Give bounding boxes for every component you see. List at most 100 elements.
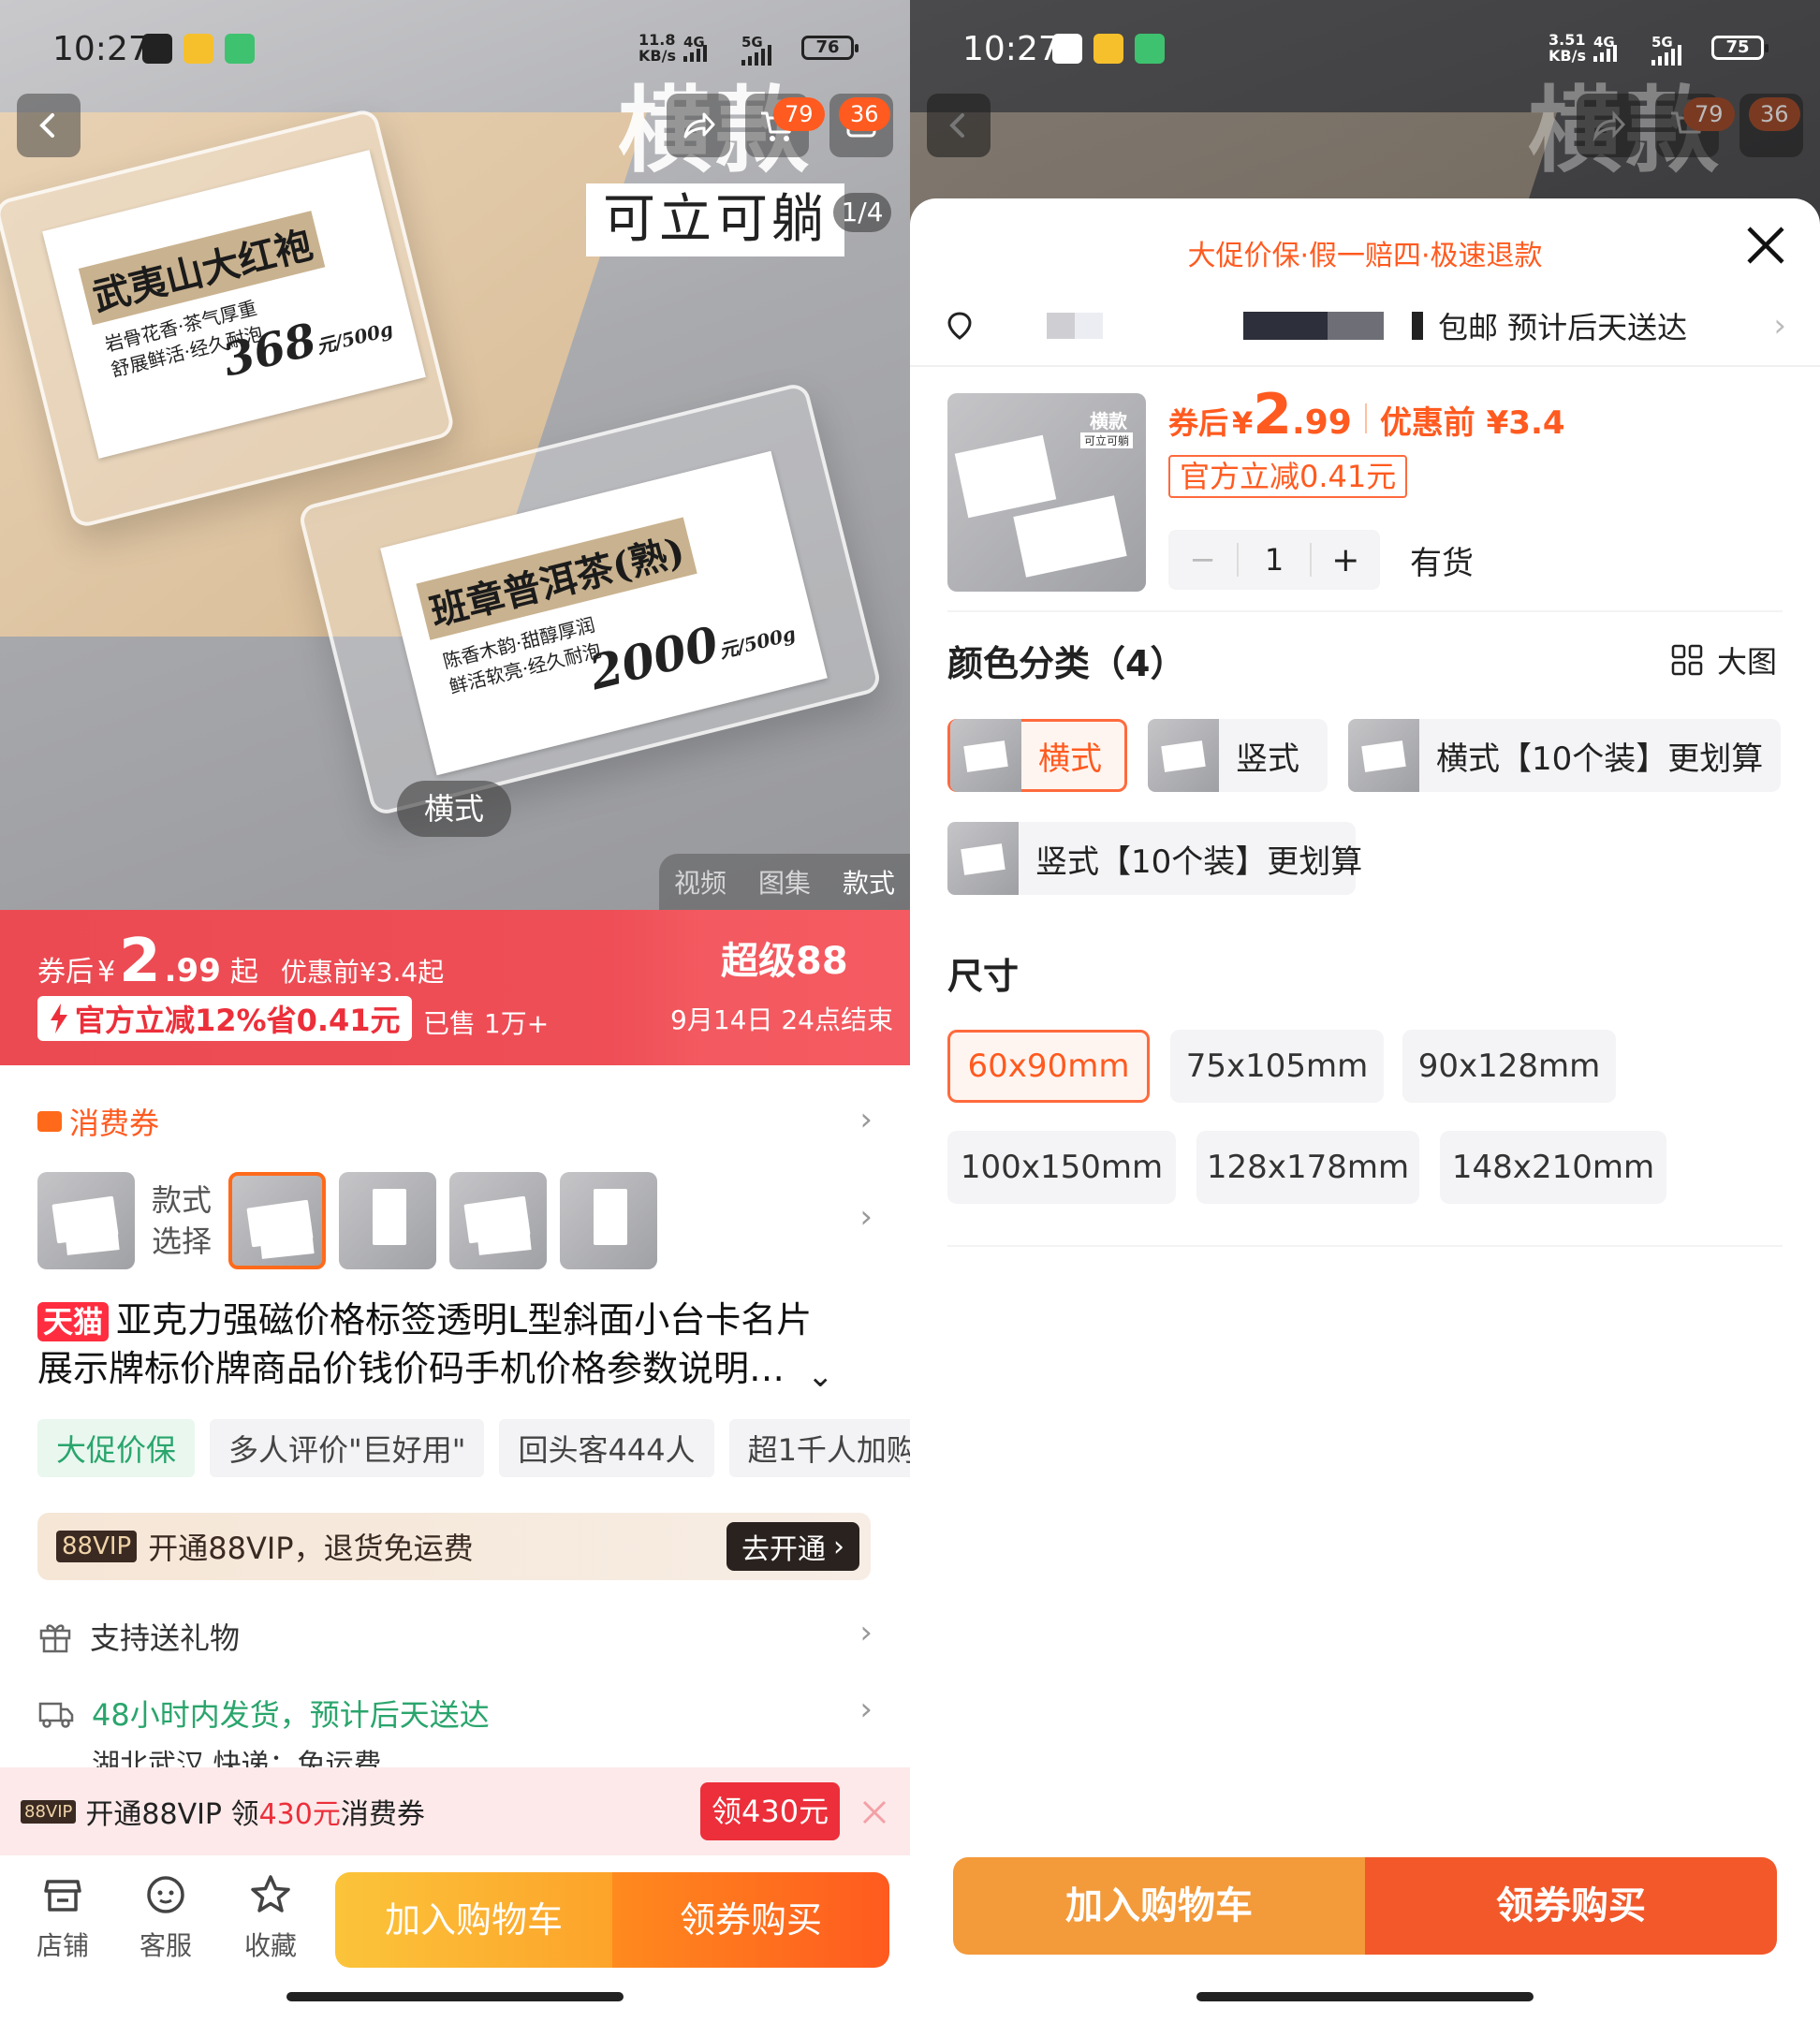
back-button xyxy=(927,94,991,157)
tab-gallery[interactable]: 图集 xyxy=(758,863,811,901)
coupon-buy-button[interactable]: 领券购买 xyxy=(612,1872,889,1968)
style-thumb-1[interactable] xyxy=(37,1172,135,1269)
cart-badge: 79 xyxy=(773,97,825,131)
option-thumb xyxy=(1348,719,1419,792)
size-option-75x105[interactable]: 75x105mm xyxy=(1170,1030,1384,1103)
sku-discount-tag: 官方立减0.41元 xyxy=(1168,455,1408,498)
style-select-label: 款式 选择 xyxy=(152,1182,213,1259)
network-rate: 3.51 KB/s xyxy=(1548,31,1586,65)
tag-chips: 大促价保 多人评价"巨好用" 回头客444人 超1千人加购 xyxy=(37,1419,910,1477)
tab-styles[interactable]: 款式 xyxy=(843,863,895,901)
gift-text: 支持送礼物 xyxy=(90,1620,241,1656)
product-title: 天猫 亚克力强磁价格标签透明L型斜面小台卡名片 展示牌标价牌商品价钱价码手机价格参… xyxy=(37,1299,813,1389)
close-icon[interactable] xyxy=(861,1799,888,1825)
message-badge: 36 xyxy=(839,97,890,131)
coupon-icon xyxy=(37,1111,62,1132)
delivery-row[interactable]: 包邮 预计后天送达 › xyxy=(947,300,1790,352)
vip-small-tag: 88VIP xyxy=(21,1799,77,1824)
sku-thumbnail[interactable]: 横款 可立可躺 xyxy=(947,393,1146,592)
nav-favorite[interactable]: 收藏 xyxy=(228,1872,313,1963)
event-end: 9月14日 24点结束 xyxy=(670,1004,893,1035)
nav-store[interactable]: 店铺 xyxy=(21,1872,105,1963)
bottom-action-buttons: 加入购物车 领券购买 xyxy=(335,1872,889,1968)
vip-open-button[interactable]: 去开通 › xyxy=(727,1522,859,1571)
size-option-90x128[interactable]: 90x128mm xyxy=(1402,1030,1616,1103)
size-option-128x178[interactable]: 128x178mm xyxy=(1196,1131,1419,1204)
style-thumb-5[interactable] xyxy=(560,1172,658,1269)
qty-minus-button[interactable]: − xyxy=(1168,541,1237,579)
chip-price-protect[interactable]: 大促价保 xyxy=(37,1419,196,1477)
add-to-cart-button[interactable]: 加入购物车 xyxy=(335,1872,612,1968)
tab-video[interactable]: 视频 xyxy=(674,863,727,901)
style-thumb-3[interactable] xyxy=(339,1172,437,1269)
message-badge: 36 xyxy=(1749,97,1800,131)
qty-plus-button[interactable]: + xyxy=(1312,541,1380,579)
shipping-text: 48小时内发货，预计后天送达 xyxy=(92,1697,490,1733)
location-icon xyxy=(947,312,972,340)
sheet-action-buttons: 加入购物车 领券购买 xyxy=(953,1857,1777,1955)
product-hero-image[interactable]: 武夷山大红袍 岩骨花香·茶气厚重 舒展鲜活·经久耐泡 368元/500g 班章普… xyxy=(0,0,910,910)
vip-coupon-banner[interactable]: 88VIP 开通88VIP 领430元消费券 领430元 xyxy=(0,1767,910,1855)
divider xyxy=(947,610,1783,612)
qty-value[interactable]: 1 xyxy=(1239,542,1309,578)
signal-bars-1-icon xyxy=(683,45,707,62)
service-icon xyxy=(147,1876,184,1913)
status-bar: 10:27 3.51 KB/s 4G 5G 75 xyxy=(910,0,1820,94)
hero-tabs: 视频 图集 款式 xyxy=(659,854,910,910)
size-option-148x210[interactable]: 148x210mm xyxy=(1440,1131,1666,1204)
style-thumb-4[interactable] xyxy=(449,1172,548,1269)
guarantee-text: 大促价保·假一赔四·极速退款 xyxy=(1187,240,1543,272)
gift-row[interactable]: 支持送礼物 xyxy=(37,1612,240,1661)
thumb-tag: 横款 xyxy=(1090,410,1127,432)
coupon-buy-button[interactable]: 领券购买 xyxy=(1365,1857,1777,1955)
color-option-vertical-10pack[interactable]: 竖式【10个装】更划算 xyxy=(947,822,1362,895)
cart-badge: 79 xyxy=(1683,97,1735,131)
app-notification-icon xyxy=(1052,34,1082,64)
color-option-horizontal-10pack[interactable]: 横式【10个装】更划算 xyxy=(1348,719,1781,792)
battery-indicator: 76 xyxy=(801,36,859,60)
coupon-chevron-icon: › xyxy=(859,1101,873,1138)
signal-bars-2-icon xyxy=(1651,45,1681,66)
shipping-row[interactable]: 48小时内发货，预计后天送达 xyxy=(37,1689,490,1737)
sold-count: 已售 1万+ xyxy=(423,1008,550,1039)
address-redacted-2 xyxy=(1243,312,1384,340)
battery-indicator: 75 xyxy=(1711,36,1769,60)
style-label-pill: 横式 xyxy=(397,781,511,837)
color-option-vertical[interactable]: 竖式 xyxy=(1148,719,1328,792)
share-button[interactable] xyxy=(667,94,730,157)
style-select-row[interactable]: 款式 选择 xyxy=(37,1172,658,1269)
chevron-left-icon xyxy=(949,113,964,138)
add-to-cart-button[interactable]: 加入购物车 xyxy=(953,1857,1365,1955)
app-notification-icon xyxy=(142,34,172,64)
nav-service[interactable]: 客服 xyxy=(124,1872,208,1963)
chip-cart-count[interactable]: 超1千人加购 xyxy=(728,1419,910,1477)
sku-sheet: 大促价保·假一赔四·极速退款 包邮 预计后天送达 › 横款 可立可躺 券后 ¥ … xyxy=(910,198,1820,2022)
address-redacted xyxy=(1047,313,1103,339)
big-image-toggle[interactable]: 大图 xyxy=(1670,638,1777,681)
chip-repeat[interactable]: 回头客444人 xyxy=(499,1419,714,1477)
home-indicator xyxy=(1196,1992,1534,2001)
status-bar: 10:27 11.8 KB/s 4G 5G 76 xyxy=(0,0,910,94)
signal-bars-1-icon xyxy=(1593,45,1617,62)
size-option-100x150[interactable]: 100x150mm xyxy=(947,1131,1176,1204)
gift-icon xyxy=(39,1624,71,1653)
close-icon[interactable] xyxy=(1745,225,1786,266)
vip-banner-text: 开通88VIP 领430元消费券 xyxy=(85,1798,425,1831)
size-option-60x90[interactable]: 60x90mm xyxy=(947,1030,1150,1103)
share-button xyxy=(1577,94,1640,157)
claim-430-button[interactable]: 领430元 xyxy=(700,1782,841,1840)
coupon-row[interactable]: 消费券 xyxy=(37,1097,871,1146)
vip-text: 开通88VIP，退货免运费 xyxy=(148,1531,474,1566)
notes-icon xyxy=(1093,34,1123,64)
lightning-icon xyxy=(51,1004,67,1033)
back-button[interactable] xyxy=(17,94,81,157)
size-title: 尺寸 xyxy=(947,956,1020,997)
share-icon xyxy=(683,112,715,139)
style-thumb-2[interactable] xyxy=(228,1172,327,1269)
color-option-horizontal[interactable]: 横式 xyxy=(947,719,1127,792)
expand-title-icon[interactable]: ⌄ xyxy=(807,1357,834,1395)
delivery-text: 包邮 预计后天送达 xyxy=(1438,310,1688,345)
quantity-stepper[interactable]: − 1 + xyxy=(1168,530,1380,590)
chip-review[interactable]: 多人评价"巨好用" xyxy=(210,1419,485,1477)
vip-bar[interactable]: 88VIP 开通88VIP，退货免运费 去开通 › xyxy=(37,1513,871,1580)
